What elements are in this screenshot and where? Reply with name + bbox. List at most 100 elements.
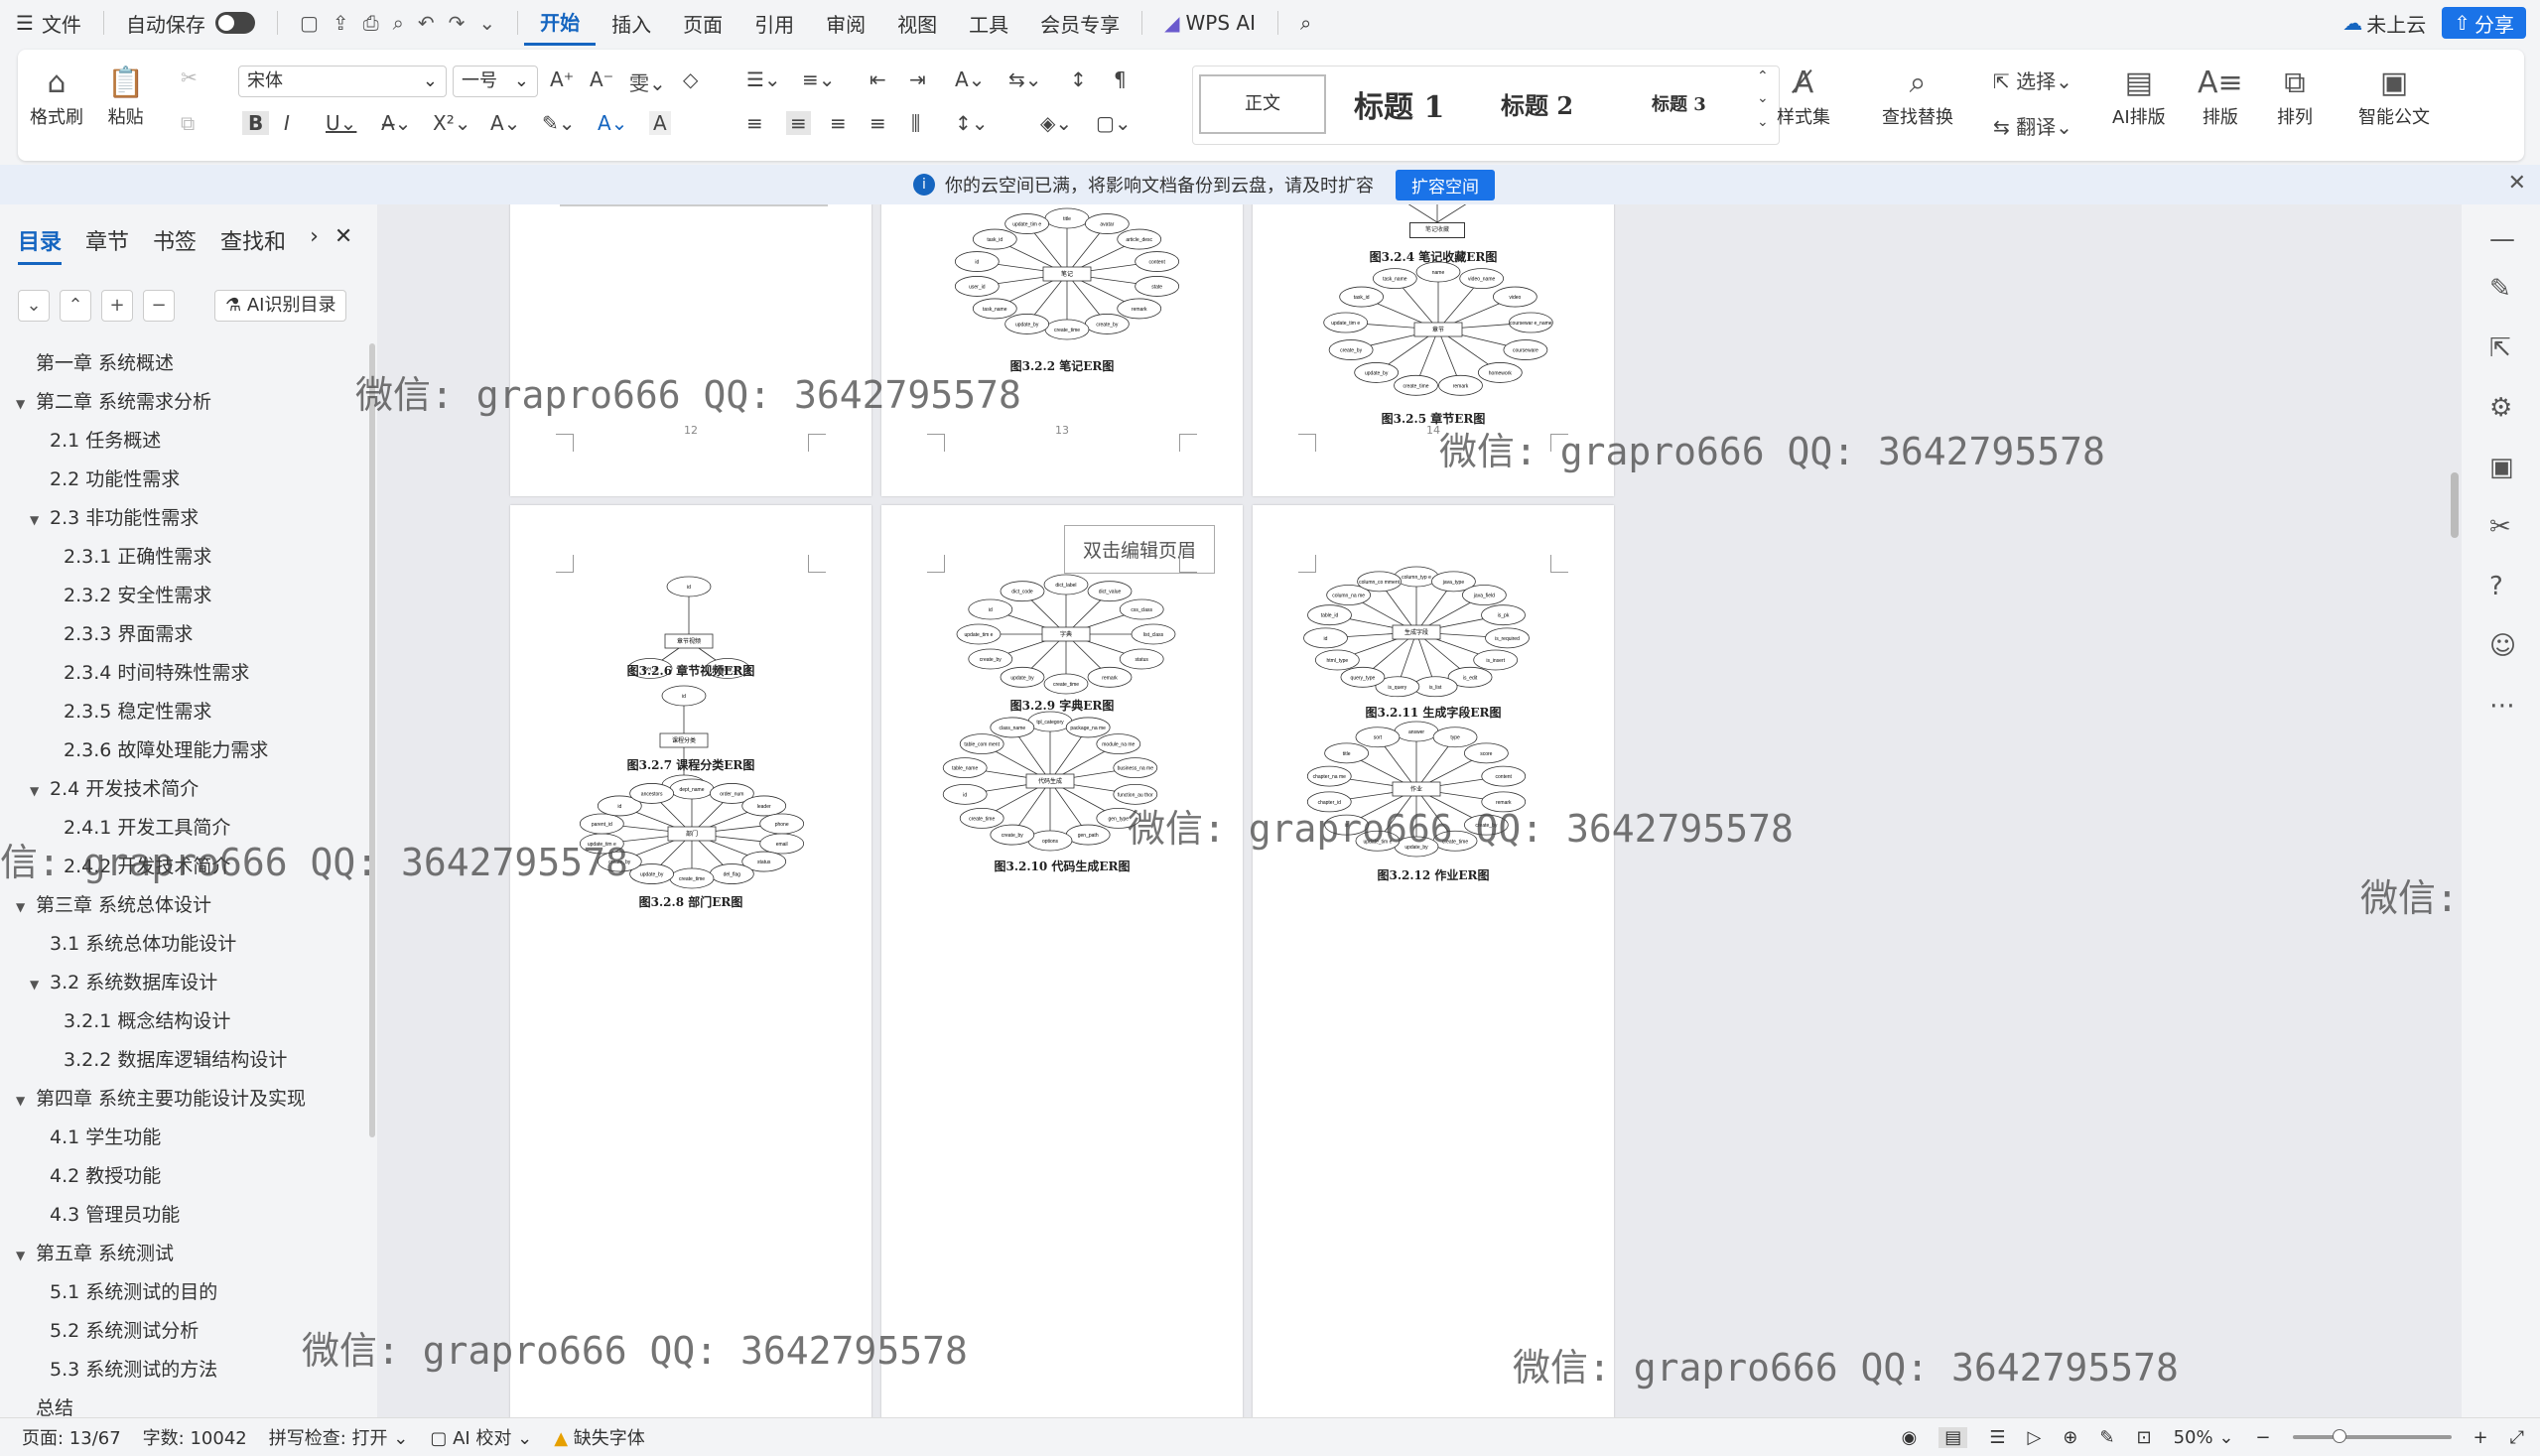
tab-page[interactable]: 页面 [667, 0, 738, 46]
collapse-icon[interactable]: ⌄ [18, 290, 50, 322]
nav-scrollbar[interactable] [369, 343, 375, 1137]
eye-icon[interactable]: ◉ [1902, 1427, 1918, 1448]
toc-item[interactable]: ▼ 3.2 系统数据库设计 [30, 965, 217, 1000]
cursor-icon[interactable]: ⇱ [2489, 333, 2511, 363]
toc-item[interactable]: 2.3.1 正确性需求 [44, 539, 211, 575]
tab-bookmark[interactable]: 书签 [153, 224, 197, 265]
caret-down-icon[interactable]: ▼ [16, 1083, 36, 1119]
align-center-icon[interactable]: ≡ [786, 111, 811, 135]
toc-item[interactable]: 5.1 系统测试的目的 [30, 1274, 217, 1310]
ai-layout-button[interactable]: ▤ AI排版 [2112, 64, 2166, 129]
style-heading-1[interactable]: 标题 1 [1354, 82, 1444, 126]
tab-review[interactable]: 审阅 [810, 0, 881, 46]
tab-chapter[interactable]: 章节 [85, 224, 129, 265]
toc-item[interactable]: ▼ 第五章 系统测试 [16, 1236, 174, 1271]
add-icon[interactable]: + [101, 290, 133, 322]
search-icon[interactable]: ⌕ [1284, 0, 1327, 46]
word-count[interactable]: 字数: 10042 [143, 1424, 247, 1450]
file-menu[interactable]: ☰ 文件 [0, 0, 97, 46]
close-icon[interactable]: ✕ [334, 224, 352, 265]
caret-down-icon[interactable]: ▼ [16, 386, 36, 422]
tab-home[interactable]: 开始 [524, 0, 597, 46]
underline-icon[interactable]: U⌄ [326, 111, 356, 135]
spell-check[interactable]: 拼写检查: 打开 ⌄ [269, 1424, 409, 1450]
fullscreen-icon[interactable]: ⤢ [2510, 1427, 2524, 1448]
cloud-status[interactable]: ☁ 未上云 [2327, 0, 2442, 46]
outline-view-icon[interactable]: ☰ [1989, 1427, 2005, 1448]
scroll-down-icon[interactable]: ⌄ [1757, 90, 1769, 106]
caret-down-icon[interactable]: ▼ [16, 889, 36, 925]
shrink-font-icon[interactable]: A⁻ [590, 67, 613, 91]
text-effect-icon[interactable]: A⌄ [490, 111, 520, 135]
toc-item[interactable]: 2.3.6 故障处理能力需求 [44, 732, 268, 768]
toc-item[interactable]: 5.2 系统测试分析 [30, 1313, 199, 1349]
toc-item[interactable]: 4.3 管理员功能 [30, 1197, 180, 1233]
paste-button[interactable]: 📋 粘贴 [107, 64, 144, 129]
page-15[interactable]: idchapter_iduser_id章节视频idname课程分类dept_na… [510, 505, 871, 1417]
show-marks-icon[interactable]: ¶ [1114, 67, 1127, 91]
expand-icon[interactable]: ⌃ [60, 290, 91, 322]
play-icon[interactable]: ▷ [2027, 1427, 2041, 1448]
caret-down-icon[interactable]: ▼ [30, 502, 50, 538]
share-button[interactable]: ⇧ 分享 [2442, 7, 2526, 39]
feedback-icon[interactable]: ☺ [2489, 631, 2516, 661]
wps-ai-button[interactable]: ◢ WPS AI [1148, 0, 1271, 46]
toc-item[interactable]: ▼ 第四章 系统主要功能设计及实现 [16, 1081, 306, 1117]
chevron-right-icon[interactable]: › [310, 224, 319, 265]
toc-item[interactable]: ▼ 第三章 系统总体设计 [16, 887, 211, 923]
fit-icon[interactable]: ⊡ [2136, 1427, 2151, 1448]
tab-tools[interactable]: 工具 [953, 0, 1024, 46]
italic-icon[interactable]: I [284, 111, 290, 135]
arrange-button[interactable]: ⧉ 排列 [2277, 64, 2313, 129]
save-icon[interactable]: ▢ [300, 11, 319, 35]
tab-toc[interactable]: 目录 [18, 224, 63, 265]
border-icon[interactable]: ▢⌄ [1096, 111, 1132, 135]
tools-icon[interactable]: ✂ [2489, 512, 2511, 542]
char-shading-icon[interactable]: A [649, 111, 671, 135]
align-left-icon[interactable]: ≡ [746, 111, 763, 135]
zoom-slider[interactable] [2292, 1429, 2452, 1443]
clear-format-icon[interactable]: ◇ [683, 67, 698, 91]
print-preview-icon[interactable]: ⌕ [393, 11, 404, 35]
ai-proofread[interactable]: ▢ AI 校对 ⌄ [430, 1424, 532, 1450]
style-normal[interactable]: 正文 [1199, 74, 1326, 134]
vertical-scrollbar[interactable] [2451, 214, 2459, 1395]
translate-button[interactable]: ⇆ 翻译⌄ [1993, 111, 2072, 140]
toc-item[interactable]: 2.3.5 稳定性需求 [44, 694, 211, 729]
redo-icon[interactable]: ↷ [449, 11, 466, 35]
toc-item[interactable]: 2.3.2 安全性需求 [44, 578, 211, 613]
tab-reference[interactable]: 引用 [738, 0, 810, 46]
tab-view[interactable]: 视图 [881, 0, 953, 46]
collapse-panel-icon[interactable]: — [2489, 224, 2515, 254]
zoom-in-icon[interactable]: + [2473, 1427, 2488, 1448]
tab-insert[interactable]: 插入 [596, 0, 667, 46]
toc-item[interactable]: 3.1 系统总体功能设计 [30, 926, 236, 962]
toc-item[interactable]: 第一章 系统概述 [16, 345, 174, 381]
image-icon[interactable]: ▣ [2489, 453, 2514, 482]
page-indicator[interactable]: 页面: 13/67 [22, 1424, 121, 1450]
ai-toc-button[interactable]: ⚗ AI识别目录 [214, 290, 347, 322]
toc-item[interactable]: 4.2 教授功能 [30, 1158, 161, 1194]
autosave-toggle[interactable]: 自动保存 [110, 0, 271, 46]
superscript-icon[interactable]: X²⌄ [433, 111, 470, 135]
toc-item[interactable]: ▼ 2.3 非功能性需求 [30, 500, 199, 536]
numbered-list-icon[interactable]: ≡⌄ [802, 67, 836, 91]
toggle-switch[interactable] [214, 12, 255, 34]
toc-item[interactable]: 5.3 系统测试的方法 [30, 1352, 217, 1388]
toc-item[interactable]: 2.4.1 开发工具简介 [44, 810, 230, 846]
bullet-list-icon[interactable]: ☰⌄ [746, 67, 781, 91]
tab-member[interactable]: 会员专享 [1024, 0, 1136, 46]
shading-icon[interactable]: ◈⌄ [1040, 111, 1072, 135]
toc-item[interactable]: 2.4.2 开发技术简介 [44, 849, 230, 884]
case-icon[interactable]: A⌄ [955, 67, 985, 91]
phonetic-icon[interactable]: 雯⌄ [629, 67, 666, 96]
format-painter-button[interactable]: ⌂ 格式刷 [30, 64, 83, 129]
page-13[interactable]: 13 title avatar article_desc content state re… [881, 204, 1243, 496]
toc-item[interactable]: 2.3.3 界面需求 [44, 616, 193, 652]
font-size-select[interactable]: 一号 ⌄ [453, 66, 538, 97]
toc-item[interactable]: 2.2 功能性需求 [30, 462, 180, 497]
more-icon[interactable]: ⋯ [2489, 691, 2515, 721]
sort-icon[interactable]: ↕ [1070, 67, 1087, 91]
expand-icon[interactable]: ⌄ [1757, 114, 1769, 130]
undo-icon[interactable]: ↶ [418, 11, 435, 35]
